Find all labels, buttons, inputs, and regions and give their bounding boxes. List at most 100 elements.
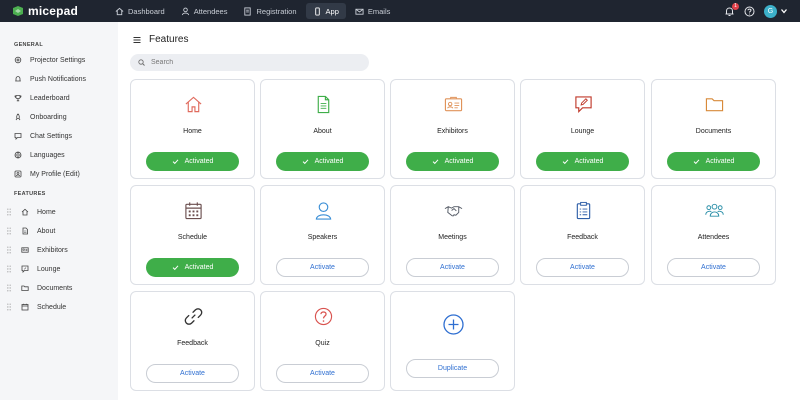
check-icon bbox=[172, 265, 178, 271]
handshake-icon bbox=[444, 206, 463, 217]
sidebar-item-documents[interactable]: Documents bbox=[5, 282, 72, 294]
sidebar-item-exhibitors[interactable]: Exhibitors bbox=[5, 244, 68, 256]
nav-label: Attendees bbox=[193, 6, 228, 16]
feature-card-attendees: Attendees Activate bbox=[651, 185, 776, 285]
nav-registration[interactable]: Registration bbox=[236, 3, 303, 19]
feature-card-home: Home Activated bbox=[130, 79, 255, 179]
search-bar[interactable] bbox=[130, 54, 369, 71]
activate-button[interactable]: Activate bbox=[276, 364, 369, 383]
activate-button[interactable]: Activate bbox=[146, 364, 239, 383]
feature-title: Quiz bbox=[315, 340, 330, 347]
sidebar-item-label: Home bbox=[37, 208, 56, 216]
plus-circle-icon[interactable] bbox=[443, 314, 464, 335]
drag-handle-icon[interactable] bbox=[5, 246, 13, 254]
sidebar-item-about[interactable]: About bbox=[5, 225, 55, 237]
drag-handle-icon[interactable] bbox=[5, 303, 13, 311]
drag-handle-icon[interactable] bbox=[5, 208, 13, 216]
sidebar-item-languages[interactable]: Languages bbox=[14, 149, 65, 161]
hamburger-menu-icon[interactable] bbox=[133, 36, 141, 44]
form-icon bbox=[244, 6, 252, 16]
nav-dashboard[interactable]: Dashboard bbox=[108, 3, 172, 19]
sidebar-item-label: Leaderboard bbox=[30, 94, 70, 102]
sidebar-item-push-notifications[interactable]: Push Notifications bbox=[14, 73, 86, 85]
check-icon bbox=[562, 159, 568, 165]
document-icon bbox=[22, 227, 28, 235]
sidebar-item-schedule[interactable]: Schedule bbox=[5, 301, 66, 313]
button-label: Activated bbox=[444, 158, 474, 165]
nav-attendees[interactable]: Attendees bbox=[174, 3, 235, 19]
main-content: Features Home Activated About Activated … bbox=[118, 22, 800, 400]
activated-button[interactable]: Activated bbox=[536, 152, 629, 171]
feature-title: Speakers bbox=[307, 234, 338, 241]
sidebar-item-label: My Profile (Edit) bbox=[30, 170, 80, 178]
main-nav: Dashboard Attendees Registration App Ema… bbox=[108, 0, 399, 22]
document-icon bbox=[317, 95, 330, 114]
chat-edit-icon bbox=[575, 96, 592, 114]
sidebar-item-label: Projector Settings bbox=[30, 56, 86, 64]
sidebar-item-chat-settings[interactable]: Chat Settings bbox=[14, 130, 72, 142]
sidebar-heading-general: GENERAL bbox=[14, 42, 43, 48]
activated-button[interactable]: Activated bbox=[406, 152, 499, 171]
sidebar-item-onboarding[interactable]: Onboarding bbox=[14, 111, 67, 123]
sidebar-item-leaderboard[interactable]: Leaderboard bbox=[14, 92, 70, 104]
notifications-button[interactable]: 1 bbox=[724, 2, 739, 17]
button-label: Activated bbox=[184, 264, 214, 271]
feature-title: Lounge bbox=[570, 128, 595, 135]
home-icon bbox=[21, 208, 29, 216]
feature-title: Meetings bbox=[438, 234, 467, 241]
chevron-down-icon[interactable] bbox=[780, 7, 788, 15]
micepad-logo-icon bbox=[13, 6, 23, 16]
sidebar-item-label: Lounge bbox=[37, 265, 61, 273]
feature-title: Feedback bbox=[567, 234, 598, 241]
button-label: Activated bbox=[705, 158, 735, 165]
sidebar-item-label: Chat Settings bbox=[30, 132, 73, 140]
question-icon bbox=[314, 307, 333, 326]
avatar[interactable]: G bbox=[764, 4, 777, 18]
activate-button[interactable]: Activate bbox=[536, 258, 629, 277]
app-name: micepad bbox=[28, 4, 79, 18]
profile-icon bbox=[14, 170, 22, 178]
activated-button[interactable]: Activated bbox=[146, 258, 239, 277]
feature-card-quiz: Quiz Activate bbox=[260, 291, 385, 391]
button-label: Activated bbox=[184, 158, 214, 165]
folder-icon bbox=[705, 98, 724, 112]
nav-label: Emails bbox=[367, 6, 391, 16]
feature-title: Exhibitors bbox=[437, 128, 468, 135]
folder-icon bbox=[21, 285, 29, 291]
page-title: Features bbox=[149, 34, 189, 45]
help-icon[interactable] bbox=[744, 6, 755, 17]
clipboard-icon bbox=[576, 201, 591, 220]
link-icon bbox=[184, 308, 203, 325]
nav-app[interactable]: App bbox=[305, 3, 346, 19]
chat-edit-icon bbox=[21, 265, 29, 273]
id-card-icon bbox=[444, 96, 463, 112]
activated-button[interactable]: Activated bbox=[146, 152, 239, 171]
sidebar-item-projector-settings[interactable]: Projector Settings bbox=[14, 54, 85, 66]
sidebar-item-lounge[interactable]: Lounge bbox=[5, 263, 60, 275]
drag-handle-icon[interactable] bbox=[5, 227, 13, 235]
activate-button[interactable]: Activate bbox=[667, 258, 760, 277]
sidebar-item-label: Onboarding bbox=[30, 113, 67, 121]
id-card-icon bbox=[21, 247, 29, 253]
top-nav-bar: micepad Dashboard Attendees Registration… bbox=[0, 0, 800, 22]
feature-card-documents: Documents Activated bbox=[651, 79, 776, 179]
activate-button[interactable]: Activate bbox=[276, 258, 369, 277]
nav-emails[interactable]: Emails bbox=[348, 3, 398, 19]
duplicate-button[interactable]: Duplicate bbox=[406, 359, 499, 378]
activated-button[interactable]: Activated bbox=[276, 152, 369, 171]
phone-icon bbox=[314, 6, 320, 16]
drag-handle-icon[interactable] bbox=[5, 265, 13, 273]
mail-icon bbox=[355, 8, 364, 15]
user-icon bbox=[181, 7, 189, 15]
group-icon bbox=[705, 203, 724, 217]
logo[interactable]: micepad bbox=[12, 4, 108, 18]
activate-button[interactable]: Activate bbox=[406, 258, 499, 277]
feature-card-lounge: Lounge Activated bbox=[520, 79, 645, 179]
sidebar-heading-features: FEATURES bbox=[14, 191, 46, 197]
sidebar-item-my-profile[interactable]: My Profile (Edit) bbox=[14, 168, 80, 180]
sidebar-item-home[interactable]: Home bbox=[5, 206, 56, 218]
search-input[interactable] bbox=[151, 59, 351, 66]
duplicate-card: Duplicate bbox=[390, 291, 515, 391]
activated-button[interactable]: Activated bbox=[667, 152, 760, 171]
drag-handle-icon[interactable] bbox=[5, 284, 13, 292]
